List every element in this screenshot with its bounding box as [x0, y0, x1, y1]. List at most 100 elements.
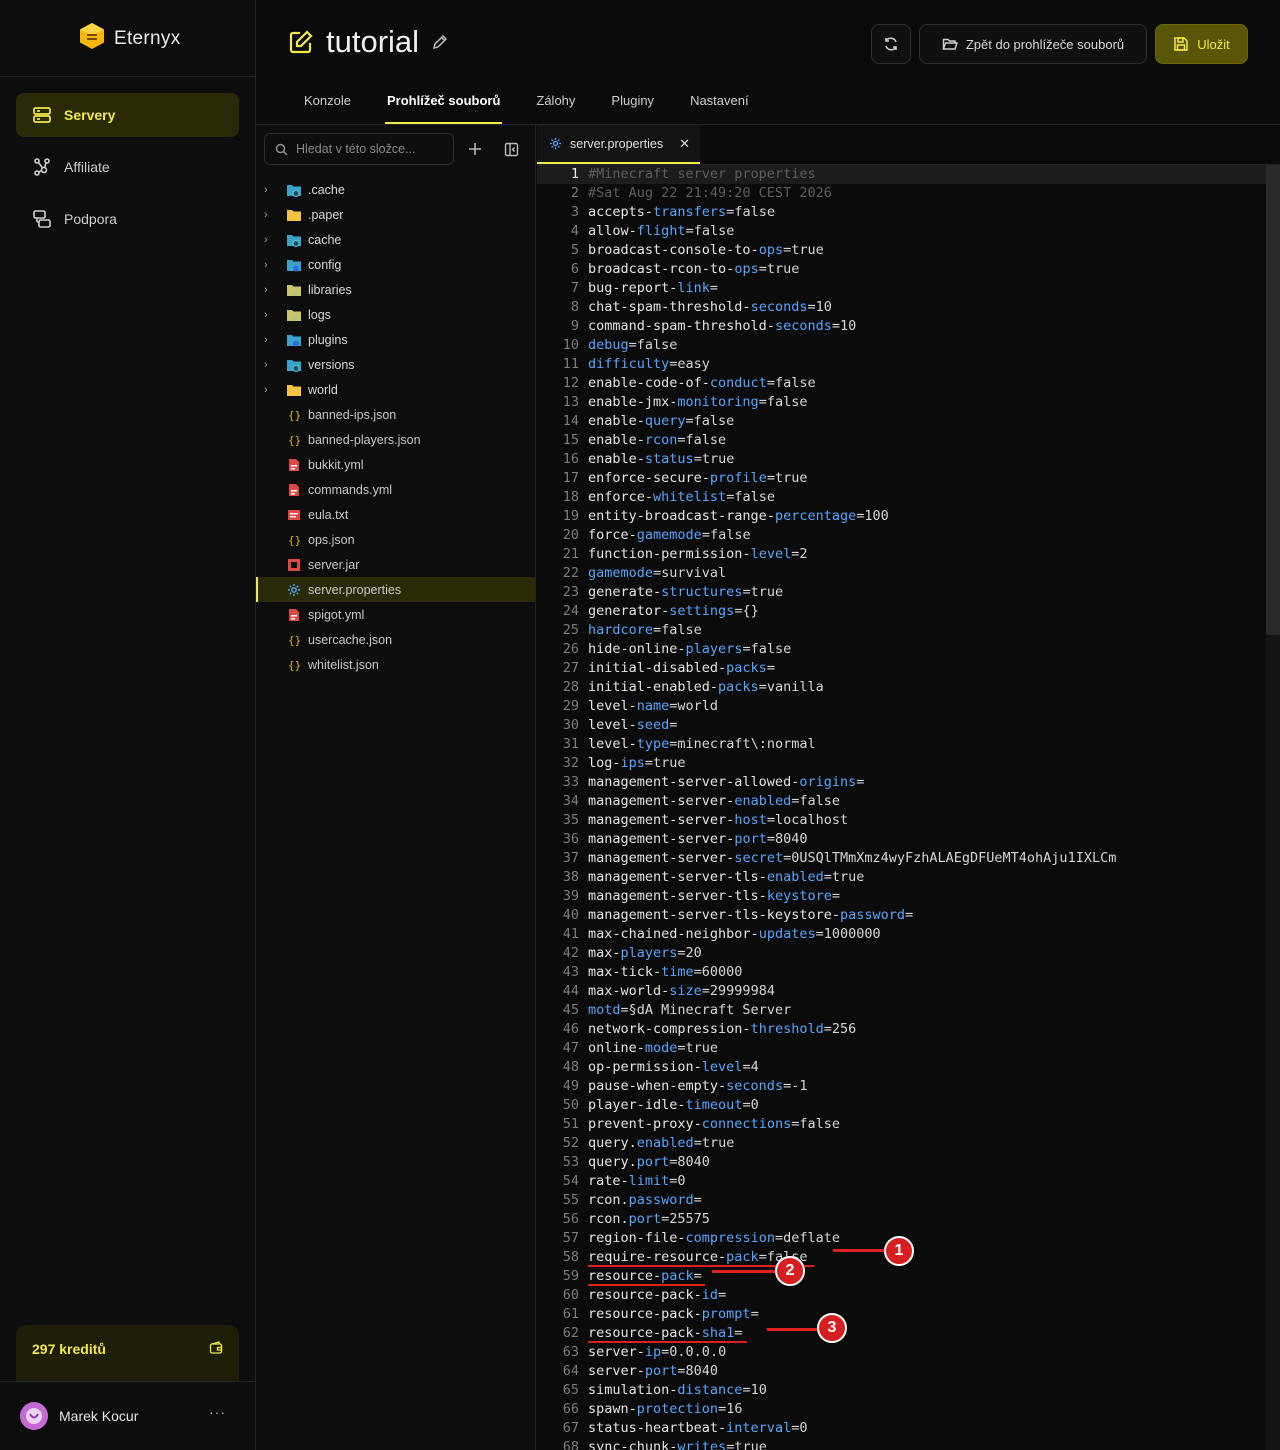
- code-line[interactable]: 20 force-gamemode=false: [537, 526, 1266, 545]
- file-search[interactable]: Hledat v této složce...: [264, 133, 454, 165]
- search-input[interactable]: Hledat v této složce...: [296, 142, 416, 156]
- code-line[interactable]: 11 difficulty=easy: [537, 355, 1266, 374]
- code-line[interactable]: 19 entity-broadcast-range-percentage=100: [537, 507, 1266, 526]
- code-line[interactable]: 42 max-players=20: [537, 944, 1266, 963]
- user-profile[interactable]: Marek Kocur ···: [0, 1381, 256, 1450]
- code-line[interactable]: 4 allow-flight=false: [537, 222, 1266, 241]
- code-line[interactable]: 66 spawn-protection=16: [537, 1400, 1266, 1419]
- toggle-panel-button[interactable]: [501, 139, 521, 159]
- chevron-right-icon[interactable]: ›: [264, 184, 278, 196]
- back-to-file-browser-button[interactable]: Zpět do prohlížeče souborů: [919, 24, 1147, 64]
- file-item[interactable]: server.jar: [256, 552, 535, 577]
- brand[interactable]: Eternyx: [78, 22, 181, 55]
- tab-konzole[interactable]: Konzole: [286, 84, 369, 124]
- chevron-right-icon[interactable]: ›: [264, 309, 278, 321]
- chevron-right-icon[interactable]: ›: [264, 209, 278, 221]
- refresh-button[interactable]: [871, 24, 911, 64]
- code-line[interactable]: 44 max-world-size=29999984: [537, 982, 1266, 1001]
- code-line[interactable]: 29 level-name=world: [537, 697, 1266, 716]
- code-line[interactable]: 16 enable-status=true: [537, 450, 1266, 469]
- code-line[interactable]: 28 initial-enabled-packs=vanilla: [537, 678, 1266, 697]
- code-line[interactable]: 22 gamemode=survival: [537, 564, 1266, 583]
- file-item[interactable]: {} whitelist.json: [256, 652, 535, 677]
- chevron-right-icon[interactable]: ›: [264, 284, 278, 296]
- code-line[interactable]: 37 management-server-secret=0USQlTMmXmz4w…: [537, 849, 1266, 868]
- code-line[interactable]: 59 resource-pack=: [537, 1267, 1266, 1286]
- code-line[interactable]: 30 level-seed=: [537, 716, 1266, 735]
- folder-item[interactable]: › .cache: [256, 177, 535, 202]
- code-line[interactable]: 27 initial-disabled-packs=: [537, 659, 1266, 678]
- code-line[interactable]: 58 require-resource-pack=false: [537, 1248, 1266, 1267]
- new-file-button[interactable]: [465, 139, 485, 159]
- chevron-right-icon[interactable]: ›: [264, 334, 278, 346]
- sidebar-item-podpora[interactable]: Podpora: [16, 197, 239, 241]
- code-line[interactable]: 47 online-mode=true: [537, 1039, 1266, 1058]
- code-line[interactable]: 50 player-idle-timeout=0: [537, 1096, 1266, 1115]
- code-line[interactable]: 7 bug-report-link=: [537, 279, 1266, 298]
- folder-item[interactable]: › logs: [256, 302, 535, 327]
- chevron-right-icon[interactable]: ›: [264, 259, 278, 271]
- tab-plugins[interactable]: Pluginy: [593, 84, 672, 124]
- code-line[interactable]: 56 rcon.port=25575: [537, 1210, 1266, 1229]
- code-line[interactable]: 24 generator-settings={}: [537, 602, 1266, 621]
- code-line[interactable]: 46 network-compression-threshold=256: [537, 1020, 1266, 1039]
- code-line[interactable]: 64 server-port=8040: [537, 1362, 1266, 1381]
- code-line[interactable]: 53 query.port=8040: [537, 1153, 1266, 1172]
- file-item[interactable]: spigot.yml: [256, 602, 535, 627]
- code-line[interactable]: 49 pause-when-empty-seconds=-1: [537, 1077, 1266, 1096]
- code-line[interactable]: 34 management-server-enabled=false: [537, 792, 1266, 811]
- code-line[interactable]: 25 hardcore=false: [537, 621, 1266, 640]
- sidebar-item-servery[interactable]: Servery: [16, 93, 239, 137]
- code-line[interactable]: 60 resource-pack-id=: [537, 1286, 1266, 1305]
- folder-item[interactable]: › plugins: [256, 327, 535, 352]
- tab-file-browser[interactable]: Prohlížeč souborů: [369, 84, 518, 124]
- file-item[interactable]: {} ops.json: [256, 527, 535, 552]
- code-line[interactable]: 57 region-file-compression=deflate: [537, 1229, 1266, 1248]
- chevron-right-icon[interactable]: ›: [264, 234, 278, 246]
- folder-item[interactable]: › cache: [256, 227, 535, 252]
- code-line[interactable]: 26 hide-online-players=false: [537, 640, 1266, 659]
- code-line[interactable]: 36 management-server-port=8040: [537, 830, 1266, 849]
- tab-settings[interactable]: Nastavení: [672, 84, 767, 124]
- file-item[interactable]: server.properties: [256, 577, 535, 602]
- code-line[interactable]: 45 motd=§dA Minecraft Server: [537, 1001, 1266, 1020]
- code-line[interactable]: 15 enable-rcon=false: [537, 431, 1266, 450]
- code-line[interactable]: 43 max-tick-time=60000: [537, 963, 1266, 982]
- credits-card[interactable]: 297 kreditů: [16, 1325, 239, 1381]
- sidebar-item-affiliate[interactable]: Affiliate: [16, 145, 239, 189]
- chevron-right-icon[interactable]: ›: [264, 384, 278, 396]
- file-item[interactable]: {} banned-ips.json: [256, 402, 535, 427]
- code-line[interactable]: 13 enable-jmx-monitoring=false: [537, 393, 1266, 412]
- scrollbar-thumb[interactable]: [1266, 165, 1280, 635]
- pencil-icon[interactable]: [431, 33, 449, 51]
- file-item[interactable]: {} usercache.json: [256, 627, 535, 652]
- code-line[interactable]: 38 management-server-tls-enabled=true: [537, 868, 1266, 887]
- folder-item[interactable]: › versions: [256, 352, 535, 377]
- folder-item[interactable]: › libraries: [256, 277, 535, 302]
- file-item[interactable]: eula.txt: [256, 502, 535, 527]
- tab-backups[interactable]: Zálohy: [518, 84, 593, 124]
- code-line[interactable]: 63 server-ip=0.0.0.0: [537, 1343, 1266, 1362]
- code-line[interactable]: 3 accepts-transfers=false: [537, 203, 1266, 222]
- code-line[interactable]: 18 enforce-whitelist=false: [537, 488, 1266, 507]
- code-line[interactable]: 9 command-spam-threshold-seconds=10: [537, 317, 1266, 336]
- code-line[interactable]: 14 enable-query=false: [537, 412, 1266, 431]
- code-line[interactable]: 21 function-permission-level=2: [537, 545, 1266, 564]
- code-line[interactable]: 8 chat-spam-threshold-seconds=10: [537, 298, 1266, 317]
- file-item[interactable]: bukkit.yml: [256, 452, 535, 477]
- chevron-right-icon[interactable]: ›: [264, 359, 278, 371]
- code-line[interactable]: 48 op-permission-level=4: [537, 1058, 1266, 1077]
- code-line[interactable]: 40 management-server-tls-keystore-passwor…: [537, 906, 1266, 925]
- close-icon[interactable]: ✕: [679, 136, 690, 152]
- code-line[interactable]: 33 management-server-allowed-origins=: [537, 773, 1266, 792]
- code-line[interactable]: 5 broadcast-console-to-ops=true: [537, 241, 1266, 260]
- code-line[interactable]: 1 #Minecraft server properties: [537, 165, 1266, 184]
- code-line[interactable]: 62 resource-pack-sha1=: [537, 1324, 1266, 1343]
- file-item[interactable]: {} banned-players.json: [256, 427, 535, 452]
- code-line[interactable]: 41 max-chained-neighbor-updates=1000000: [537, 925, 1266, 944]
- code-line[interactable]: 51 prevent-proxy-connections=false: [537, 1115, 1266, 1134]
- code-line[interactable]: 68 sync-chunk-writes=true: [537, 1438, 1266, 1450]
- code-line[interactable]: 31 level-type=minecraft\:normal: [537, 735, 1266, 754]
- code-line[interactable]: 23 generate-structures=true: [537, 583, 1266, 602]
- code-line[interactable]: 52 query.enabled=true: [537, 1134, 1266, 1153]
